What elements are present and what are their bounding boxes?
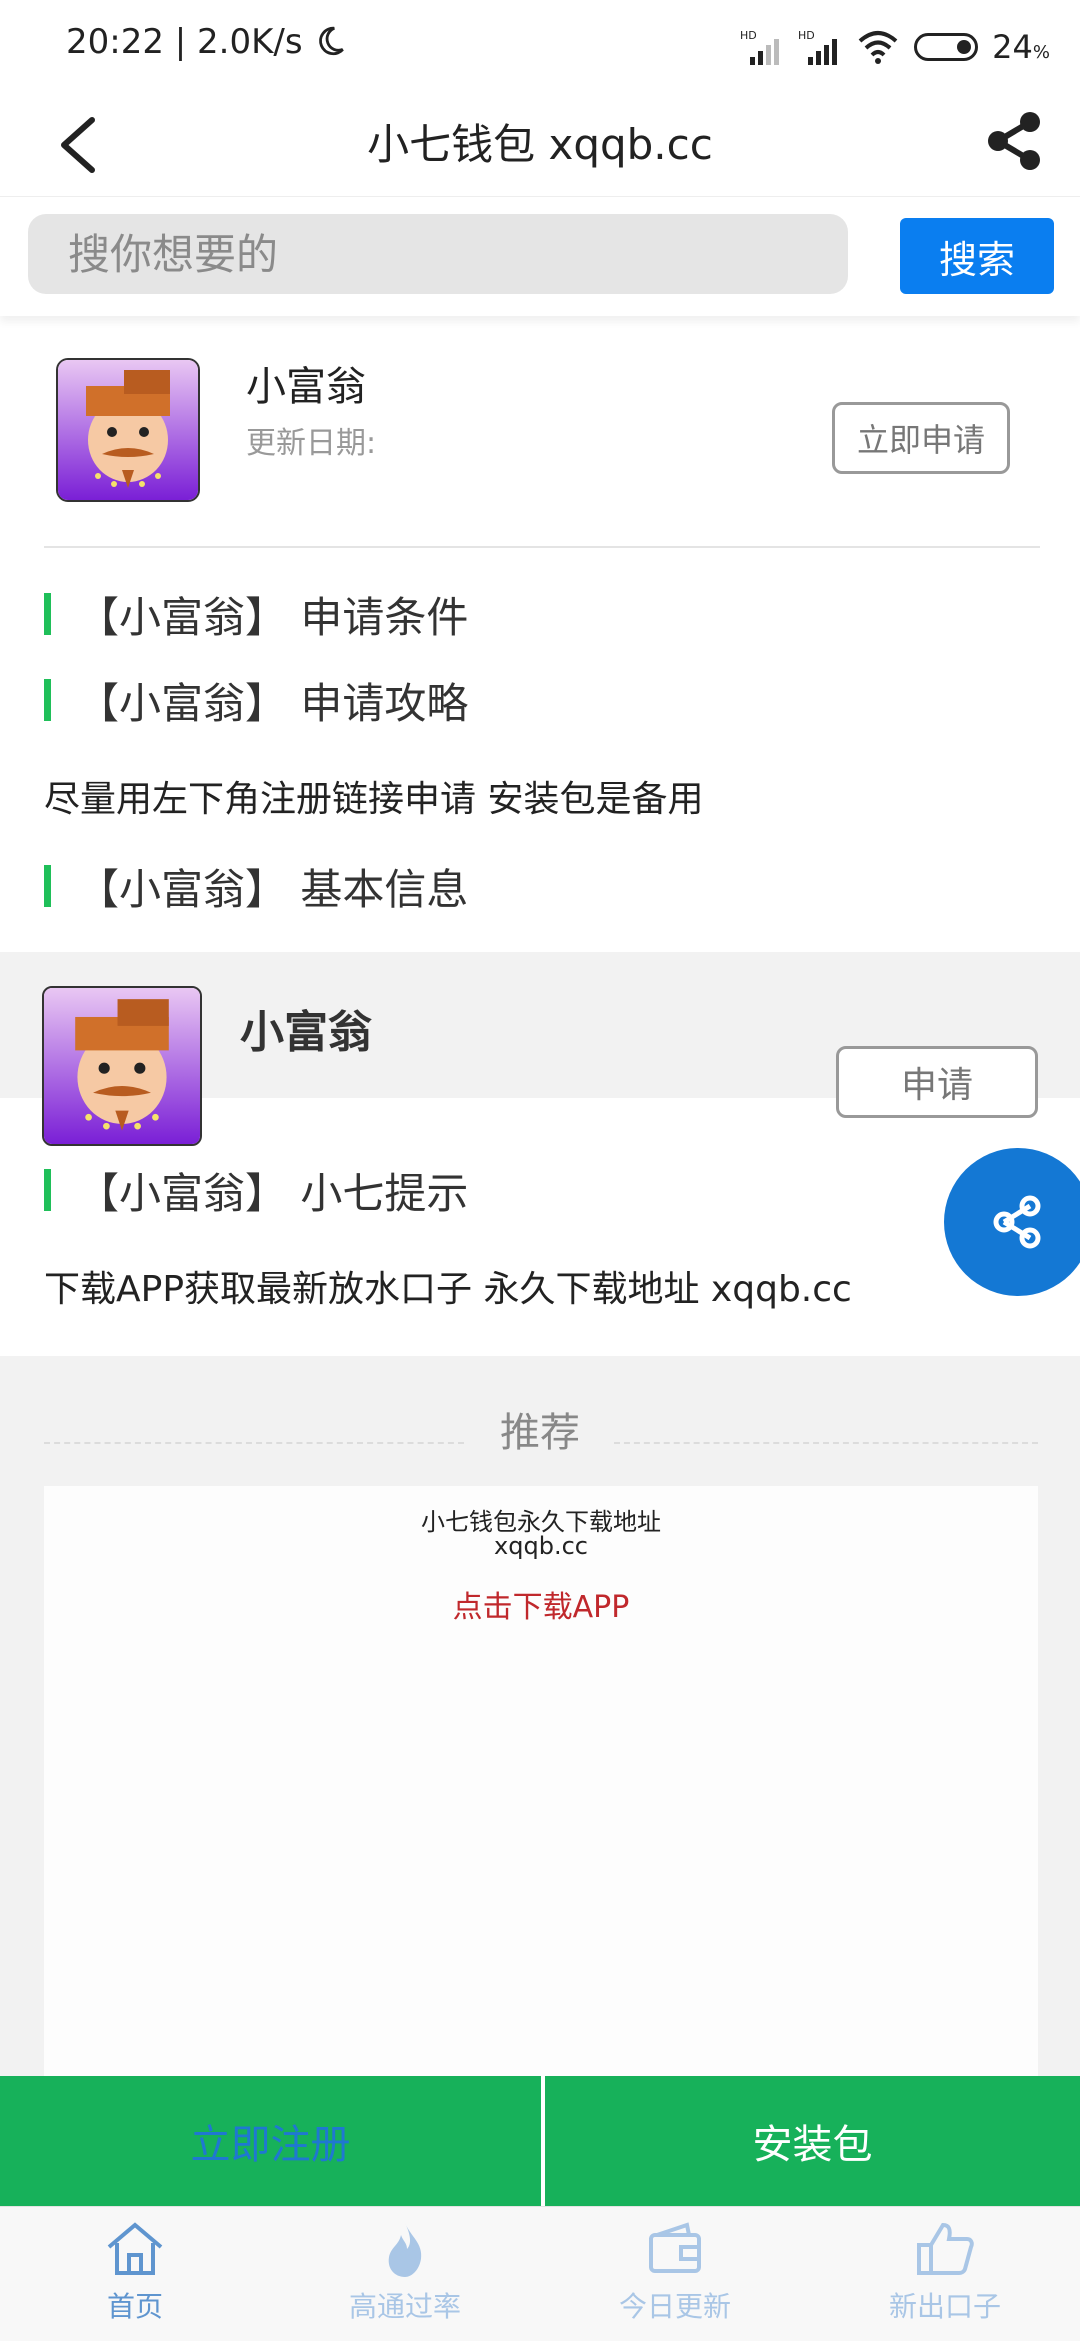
page-title: 小七钱包 xqqb.cc — [367, 120, 713, 169]
thumbs-up-icon — [917, 2222, 974, 2275]
share-icon — [988, 112, 1040, 170]
recommend-title: 推荐 — [500, 1410, 580, 1456]
svg-text:HD: HD — [798, 29, 815, 42]
status-icons: HD HD 24% — [740, 22, 1050, 72]
avatar-icon — [58, 360, 198, 500]
section-strategy: 【小富翁】 申请攻略 — [44, 670, 468, 730]
update-date-label: 更新日期: — [246, 426, 377, 461]
apply-now-button[interactable]: 立即申请 — [832, 402, 1010, 474]
wallet-icon — [649, 2222, 701, 2273]
tips-text: 下载APP获取最新放水口子 永久下载地址 xqqb.cc — [44, 1269, 852, 1310]
download-app-link[interactable]: 点击下载APP — [44, 1582, 1038, 1626]
register-button[interactable]: 立即注册 — [0, 2076, 541, 2206]
search-input[interactable] — [28, 214, 848, 294]
moon-icon — [319, 26, 345, 56]
app-icon-2 — [42, 986, 202, 1146]
section-basic-info: 【小富翁】 基本信息 — [44, 856, 468, 916]
section-marker — [44, 593, 51, 635]
section-marker — [44, 679, 51, 721]
recommend-box: 小七钱包永久下载地址 xqqb.cc 点击下载APP — [44, 1486, 1038, 2076]
recommend-line-2: xqqb.cc — [494, 1532, 588, 1560]
status-bar: 20:22 | 2.0K/s HD HD 24% — [0, 0, 1080, 92]
app-icon — [56, 358, 200, 502]
section-marker — [44, 865, 51, 907]
section-conditions: 【小富翁】 申请条件 — [44, 584, 468, 644]
back-button[interactable] — [52, 110, 112, 180]
nav-high-approval[interactable]: 高通过率 — [270, 2207, 540, 2341]
flame-icon — [388, 2223, 422, 2277]
floating-share-button[interactable] — [944, 1148, 1080, 1296]
signal-icon: HD — [740, 29, 780, 65]
section-tips: 【小富翁】 小七提示 — [44, 1160, 468, 1220]
avatar-icon — [44, 988, 200, 1144]
strategy-text: 尽量用左下角注册链接申请 安装包是备用 — [44, 779, 704, 820]
back-arrow-icon — [61, 117, 95, 173]
section-marker — [44, 1169, 51, 1211]
divider — [44, 546, 1040, 548]
battery-icon — [914, 33, 979, 61]
nav-new-loans[interactable]: 新出口子 — [810, 2207, 1080, 2341]
home-icon — [107, 2222, 163, 2275]
status-time-speed: 20:22 | 2.0K/s — [66, 22, 347, 62]
apply-button[interactable]: 申请 — [836, 1046, 1038, 1118]
install-package-button[interactable]: 安装包 — [545, 2076, 1080, 2206]
share-button[interactable] — [980, 106, 1050, 176]
app-name-2: 小富翁 — [240, 1007, 372, 1058]
app-name: 小富翁 — [246, 364, 366, 410]
app-header: 小七钱包 xqqb.cc — [0, 92, 1080, 197]
bottom-nav: 首页 高通过率 今日更新 新出口子 — [0, 2206, 1080, 2341]
share-icon — [993, 1195, 1041, 1249]
search-button[interactable]: 搜索 — [900, 218, 1054, 294]
battery-level: 24% — [992, 28, 1050, 66]
nav-today-update[interactable]: 今日更新 — [540, 2207, 810, 2341]
search-bar: 搜索 — [0, 198, 1080, 316]
svg-text:HD: HD — [740, 29, 757, 42]
nav-home[interactable]: 首页 — [0, 2207, 270, 2341]
signal-icon-2: HD — [798, 29, 838, 65]
wifi-icon — [858, 31, 898, 64]
